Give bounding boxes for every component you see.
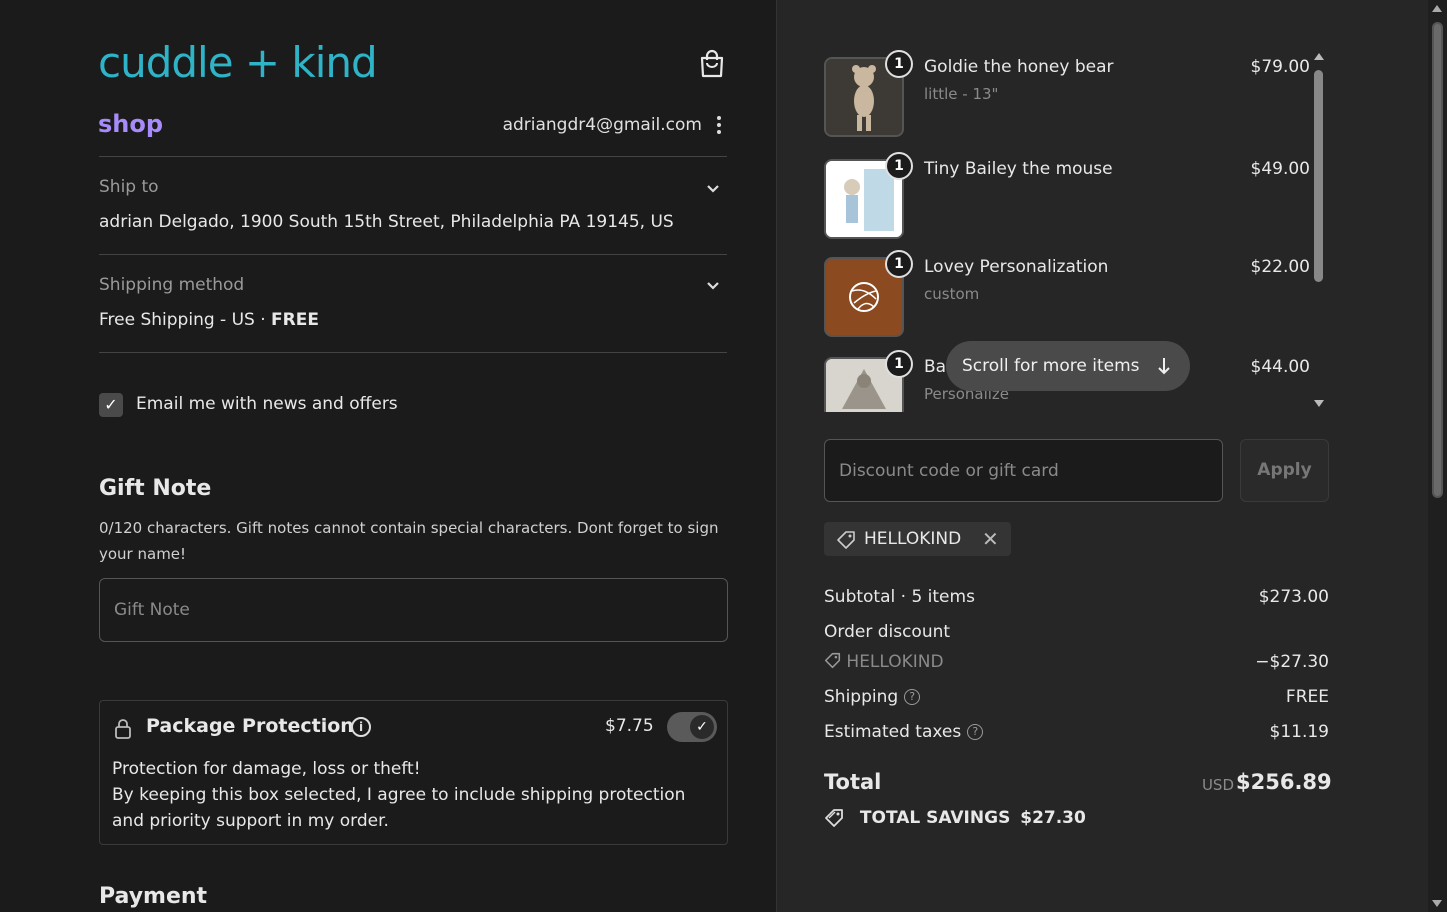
package-protection-toggle[interactable]: ✓ [667,712,717,742]
quantity-badge: 1 [885,250,913,278]
bag-icon[interactable] [698,49,726,79]
newsletter-label[interactable]: Email me with news and offers [136,394,398,414]
savings-label: TOTAL SAVINGS [859,808,1011,828]
arrow-down-icon [1158,358,1170,375]
quantity-badge: 1 [885,350,913,378]
item-price: $22.00 [1250,257,1310,277]
info-icon[interactable]: i [351,717,371,737]
question-icon[interactable]: ? [967,724,984,740]
total-label: Total [824,770,882,794]
discount-code-input[interactable] [824,439,1223,502]
item-price: $49.00 [1250,159,1310,179]
cart-item: 1 Goldie the honey bear little - 13" $79… [824,47,1310,137]
total-savings: TOTAL SAVINGS $27.30 [824,808,1086,828]
item-variant: custom [924,285,980,303]
tag-icon [825,809,843,827]
page-scrollbar[interactable] [1428,0,1447,912]
subtotal-value: $273.00 [1258,587,1329,607]
gift-note-heading: Gift Note [99,476,212,501]
taxes-label: Estimated taxes [824,722,962,742]
package-protection-description: Protection for damage, loss or theft! By… [112,756,712,834]
divider [99,254,727,255]
subtotal-label: Subtotal · 5 items [824,587,975,607]
divider [99,352,727,353]
check-icon: ✓ [104,395,118,414]
quantity-badge: 1 [885,50,913,78]
order-discount-code: HELLOKIND [824,652,944,672]
item-name: Ba [924,357,947,377]
account-email: adriangdr4@gmail.com [502,115,702,135]
scroll-for-more-button[interactable]: Scroll for more items [946,341,1190,391]
item-price: $79.00 [1250,57,1310,77]
lock-icon [115,719,131,739]
item-variant: little - 13" [924,85,999,103]
applied-discount-tag: HELLOKIND ✕ [824,522,1011,556]
chevron-down-icon[interactable] [704,279,722,293]
scrollbar-thumb[interactable] [1432,22,1443,498]
cart-scrollbar[interactable] [1312,50,1326,410]
discount-code-text: HELLOKIND [846,652,944,672]
gift-note-input[interactable] [99,578,728,642]
shipping-method-value: Free Shipping - US · FREE [99,310,319,330]
item-name: Goldie the honey bear [924,57,1114,77]
chevron-down-icon[interactable] [704,182,722,196]
package-protection-price: $7.75 [605,716,654,736]
order-discount-label: Order discount [824,622,951,642]
applied-code: HELLOKIND [864,529,962,549]
check-icon: ✓ [690,715,714,739]
scroll-down-icon[interactable] [1314,400,1324,407]
scroll-down-icon[interactable] [1432,900,1442,907]
taxes-row: Estimated taxes? [824,722,984,742]
shipping-method-price: FREE [271,310,319,330]
scroll-up-icon[interactable] [1432,5,1442,12]
scroll-up-icon[interactable] [1314,53,1324,60]
shipping-row: Shipping? [824,687,921,707]
divider [99,156,727,157]
item-name: Tiny Bailey the mouse [924,159,1113,179]
ship-to-label: Ship to [99,177,159,197]
store-logo[interactable]: cuddle + kind [98,38,378,87]
taxes-value: $11.19 [1269,722,1329,742]
quantity-badge: 1 [885,152,913,180]
tag-icon [837,531,855,549]
total-value: $256.89 [1236,770,1332,794]
package-protection-title: Package Protection [146,715,354,737]
total-currency: USD [1201,776,1234,794]
shipping-label: Shipping [824,687,899,707]
scrollbar-thumb[interactable] [1314,70,1323,282]
gift-note-help: 0/120 characters. Gift notes cannot cont… [99,519,719,563]
package-protection-line2: By keeping this box selected, I agree to… [112,785,686,831]
separator: · [260,310,266,330]
discount-value: −$27.30 [1255,652,1329,672]
close-icon[interactable]: ✕ [982,527,999,551]
ship-to-address: adrian Delgado, 1900 South 15th Street, … [99,212,674,232]
cart-item: 1 Lovey Personalization custom $22.00 [824,247,1310,337]
payment-heading: Payment [99,884,208,909]
savings-value: $27.30 [1020,808,1086,828]
shop-pay-logo: shop [98,110,164,138]
cart-item: 1 Tiny Bailey the mouse $49.00 [824,149,1310,239]
shipping-method-label: Shipping method [99,275,245,295]
package-protection-line1: Protection for damage, loss or theft! [112,759,421,779]
kebab-icon[interactable] [712,116,726,136]
tag-icon [824,652,841,669]
shipping-method-name: Free Shipping - US [99,310,255,330]
question-icon[interactable]: ? [904,689,921,705]
item-price: $44.00 [1250,357,1310,377]
apply-discount-button[interactable]: Apply [1240,439,1329,502]
item-name: Lovey Personalization [924,257,1109,277]
newsletter-checkbox[interactable]: ✓ [99,393,123,417]
package-protection-box: Package Protection i $7.75 ✓ Protection … [99,700,728,845]
shipping-value: FREE [1285,687,1329,707]
scroll-hint-label: Scroll for more items [962,356,1140,376]
